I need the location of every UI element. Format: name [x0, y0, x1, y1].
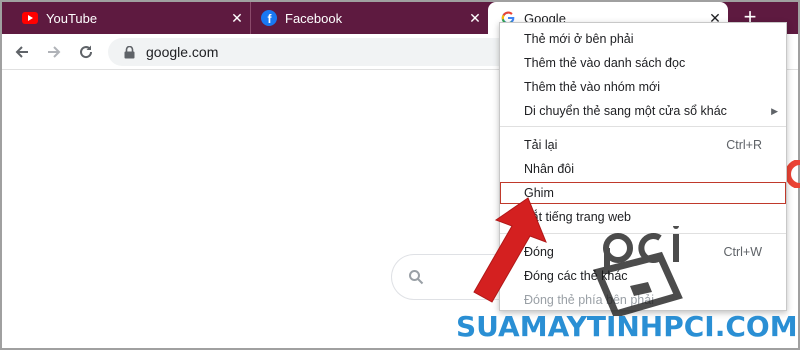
menu-item-label: Nhân đôi: [524, 162, 575, 176]
back-arrow-icon: [15, 46, 28, 58]
menu-item-shortcut: Ctrl+R: [726, 138, 762, 152]
menu-item-shortcut: Ctrl+W: [723, 245, 762, 259]
back-button[interactable]: [10, 40, 34, 64]
menu-item-label: Di chuyển thẻ sang một cửa sổ khác: [524, 104, 727, 118]
pointer-arrow-annotation: [473, 197, 547, 303]
menu-item-new-tab-right[interactable]: Thẻ mới ở bên phải: [500, 28, 786, 50]
close-icon[interactable]: ✕: [468, 11, 482, 25]
menu-item-reload[interactable]: Tải lại Ctrl+R: [500, 134, 786, 156]
reload-icon: [80, 45, 93, 59]
tab-youtube[interactable]: YouTube ✕: [10, 2, 250, 34]
tab-facebook[interactable]: f Facebook ✕: [250, 2, 488, 34]
forward-button[interactable]: [42, 40, 66, 64]
menu-item-add-to-reading-list[interactable]: Thêm thẻ vào danh sách đọc: [500, 52, 786, 74]
reload-button[interactable]: [74, 40, 98, 64]
forward-arrow-icon: [48, 46, 61, 58]
menu-separator: [500, 126, 786, 127]
facebook-icon: f: [261, 10, 277, 26]
menu-item-move-to-window[interactable]: Di chuyển thẻ sang một cửa sổ khác ▶: [500, 100, 786, 122]
search-icon: [409, 270, 424, 285]
google-logo-fragment: [786, 160, 800, 188]
url-text: google.com: [146, 44, 219, 60]
menu-item-label: Tải lại: [524, 138, 558, 152]
lock-icon: [122, 45, 136, 59]
menu-item-label: Thêm thẻ vào danh sách đọc: [524, 56, 686, 70]
menu-item-label: Thẻ mới ở bên phải: [524, 32, 634, 46]
menu-item-label: Thêm thẻ vào nhóm mới: [524, 80, 661, 94]
youtube-icon: [22, 10, 38, 26]
menu-item-duplicate[interactable]: Nhân đôi: [500, 158, 786, 180]
watermark-text: SUAMAYTINHPCI.COM: [456, 310, 798, 343]
tab-label: YouTube: [46, 10, 98, 26]
close-icon[interactable]: ✕: [230, 11, 244, 25]
menu-item-add-to-new-group[interactable]: Thêm thẻ vào nhóm mới: [500, 76, 786, 98]
address-bar[interactable]: google.com: [108, 38, 528, 66]
watermark-logo: [593, 226, 683, 316]
tab-label: Facebook: [285, 10, 343, 26]
submenu-arrow-icon: ▶: [771, 106, 778, 116]
